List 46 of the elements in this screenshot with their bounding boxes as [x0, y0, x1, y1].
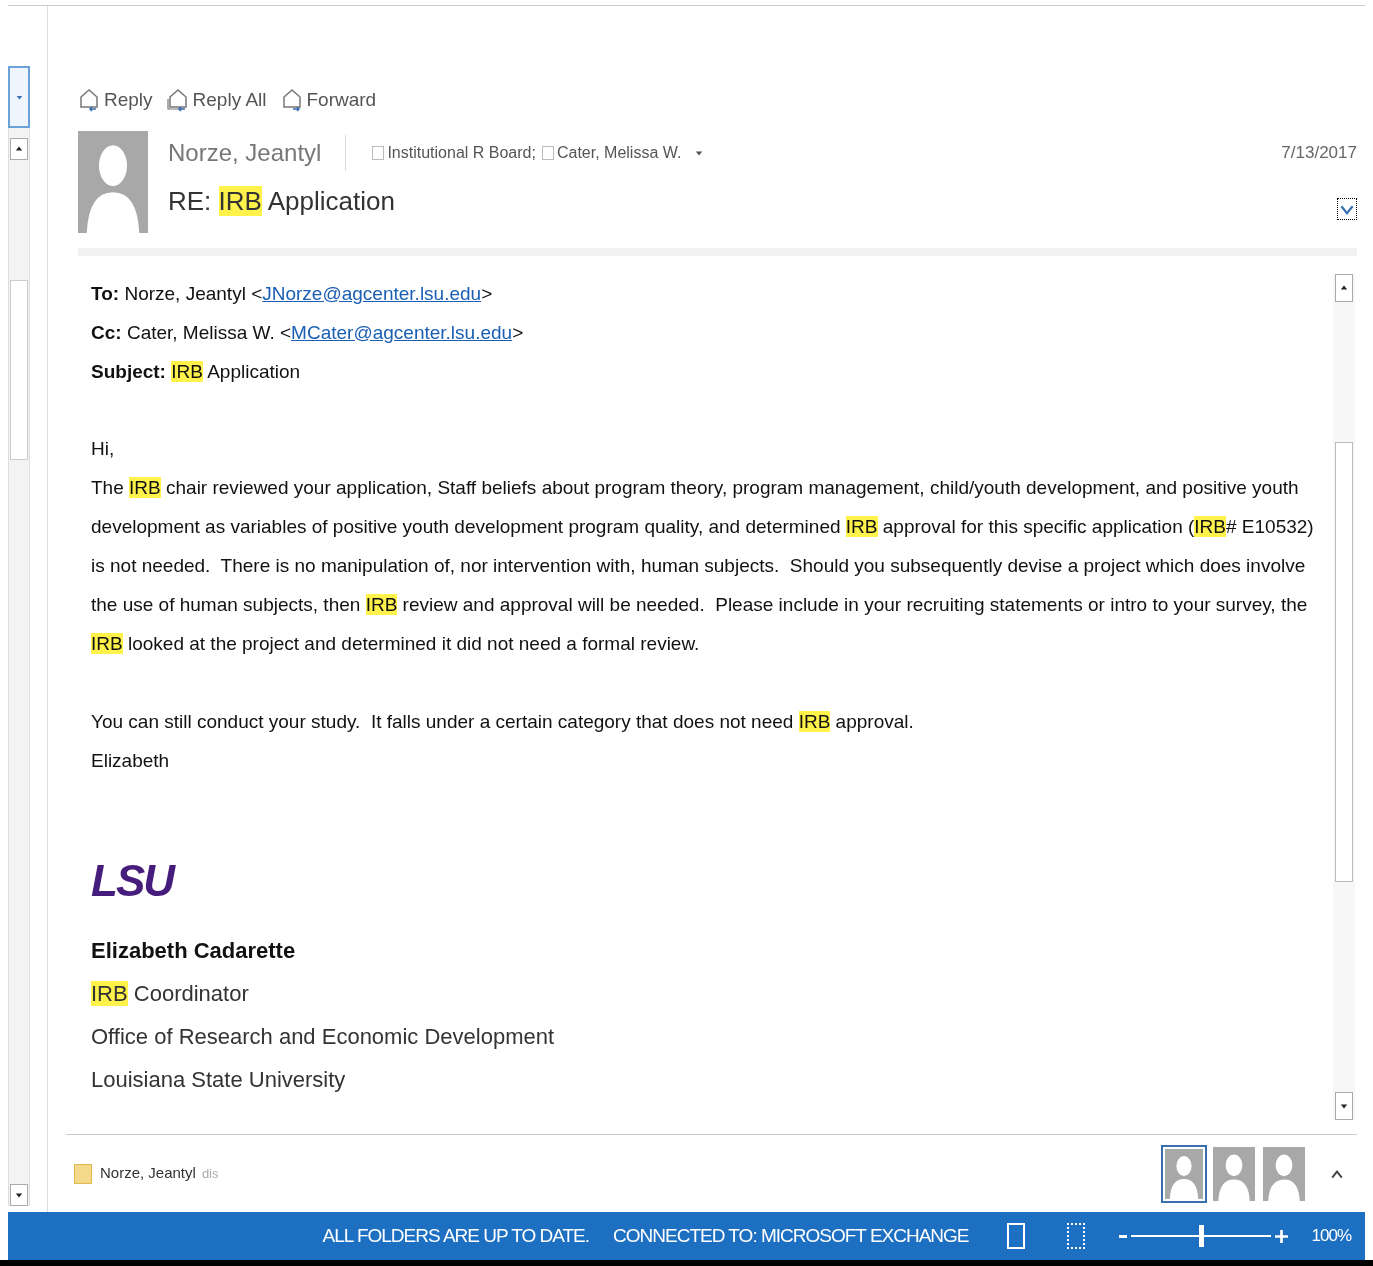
people-avatar[interactable] — [1161, 1144, 1207, 1203]
recipient[interactable]: Cater, Melissa W. — [541, 141, 682, 165]
scroll-up-arrow-icon[interactable] — [1340, 283, 1348, 292]
signature-line: Office of Research and Economic Development — [91, 1022, 556, 1051]
scroll-down-arrow-icon[interactable] — [15, 1191, 23, 1199]
email-link[interactable]: JNorze@agcenter.lsu.edu — [262, 282, 482, 304]
forward-button[interactable]: Forward — [280, 86, 377, 115]
zoom-slider-thumb[interactable] — [1198, 1225, 1204, 1247]
email-link[interactable]: MCater@agcenter.lsu.edu — [291, 321, 513, 343]
reply-all-button[interactable]: Reply All — [166, 86, 267, 115]
contact-note: dis — [201, 1164, 219, 1183]
scroll-down-arrow-icon[interactable] — [1340, 1102, 1348, 1110]
contact-name: Norze, Jeantyl — [100, 1163, 196, 1184]
status-text: ALL FOLDERS ARE UP TO DATE. — [322, 1223, 590, 1248]
recipient[interactable]: Institutional R Board; — [372, 141, 536, 165]
scroll-thumb[interactable] — [10, 280, 28, 460]
email-subject: RE: IRB Application — [168, 184, 395, 218]
scroll-thumb[interactable] — [1335, 441, 1353, 882]
avatar-silhouette-icon — [78, 130, 148, 233]
header-line: To: Norze, Jeantyl <JNorze@agcenter.lsu.edu> — [91, 281, 494, 306]
body-paragraph: Hi, — [91, 436, 116, 461]
dropdown-arrow-icon[interactable] — [695, 149, 704, 157]
signature-line: Louisiana State University — [91, 1065, 347, 1094]
email-date: 7/13/2017 — [1281, 142, 1357, 165]
person-silhouette-icon — [1213, 1146, 1255, 1201]
person-silhouette-icon — [1263, 1146, 1305, 1201]
normal-view-icon[interactable] — [1006, 1223, 1025, 1249]
reply-button[interactable]: Reply — [78, 86, 153, 115]
header-line: Subject: IRB Application — [91, 359, 302, 384]
dropdown-arrow-icon[interactable] — [15, 93, 23, 101]
header-line: Cc: Cater, Melissa W. <MCater@agcenter.lsu.edu> — [91, 320, 525, 345]
sender-name: Norze, Jeantyl — [168, 135, 347, 171]
reading-view-icon[interactable] — [1066, 1223, 1085, 1249]
zoom-in-icon[interactable] — [1274, 1229, 1288, 1243]
body-paragraph: You can still conduct your study. It falls under a certain category that does not need IRB approval. — [91, 709, 915, 734]
zoom-percentage[interactable]: 100% — [1311, 1223, 1351, 1249]
zoom-out-icon[interactable] — [1118, 1234, 1127, 1238]
lsu-logo: LSU — [91, 855, 173, 906]
signature-name: Elizabeth Cadarette — [91, 936, 297, 965]
person-silhouette-icon — [1165, 1148, 1203, 1199]
zoom-slider[interactable] — [1130, 1224, 1271, 1248]
body-paragraph: Elizabeth — [91, 748, 171, 773]
scroll-up-arrow-icon[interactable] — [15, 145, 23, 153]
status-text: CONNECTED TO: MICROSOFT EXCHANGE — [613, 1223, 969, 1248]
signature-line: IRB Coordinator — [91, 979, 250, 1008]
contact-card-icon — [74, 1163, 92, 1184]
